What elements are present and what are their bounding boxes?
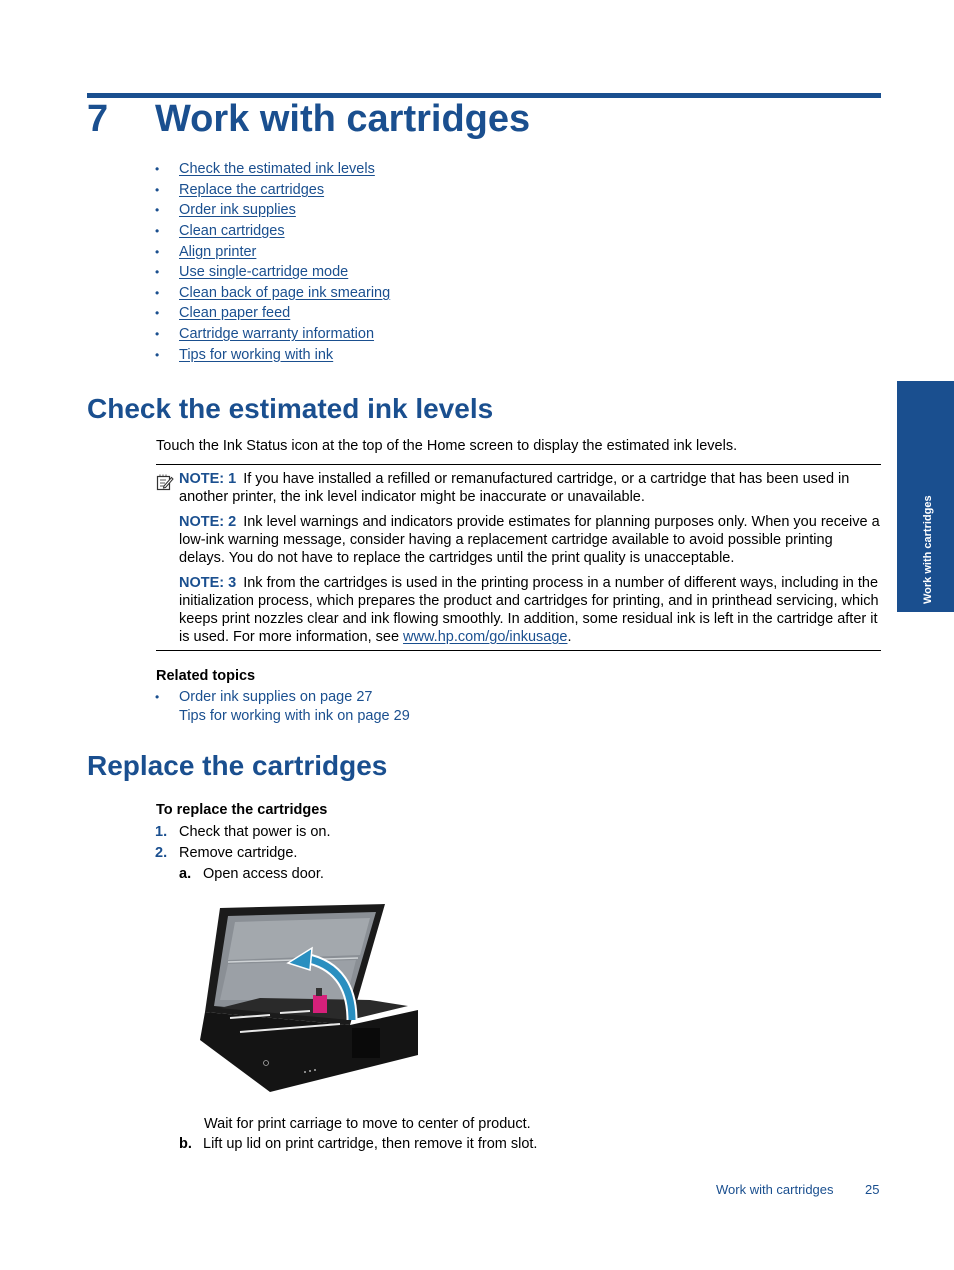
step-text: Remove cartridge. <box>179 845 298 861</box>
chapter-title: 7 Work with cartridges <box>87 96 530 142</box>
note-label: NOTE: 2 <box>179 514 237 530</box>
magenta-cartridge <box>313 995 327 1013</box>
related-link-order-ink[interactable]: Order ink supplies on page 27 <box>179 688 372 707</box>
toc-item: • Align printer <box>155 241 390 262</box>
bullet: • <box>155 203 160 218</box>
substep-text: Open access door. <box>203 866 324 882</box>
note-text: Ink level warnings and indicators provid… <box>179 514 880 566</box>
toc-item: • Check the estimated ink levels <box>155 159 390 180</box>
bullet: • <box>155 162 160 177</box>
bullet: • <box>155 306 160 321</box>
bullet: • <box>155 265 160 280</box>
section-heading-check-ink: Check the estimated ink levels <box>87 393 494 424</box>
toc-link-order-ink[interactable]: Order ink supplies <box>179 200 296 220</box>
inkusage-link[interactable]: www.hp.com/go/inkusage <box>403 629 567 645</box>
toc-link-single-cartridge-mode[interactable]: Use single-cartridge mode <box>179 262 348 282</box>
toc-link-ink-smearing[interactable]: Clean back of page ink smearing <box>179 283 390 303</box>
bullet: • <box>155 224 160 239</box>
toc-item: • Clean paper feed <box>155 303 390 324</box>
bullet: • <box>155 182 160 197</box>
substep-letter: b. <box>179 1136 192 1152</box>
related-topics-list: • Order ink supplies on page 27 Tips for … <box>155 688 410 726</box>
footer-section-title: Work with cartridges <box>716 1182 834 1197</box>
step-item: 1. Check that power is on. <box>155 822 331 843</box>
bullet: • <box>155 244 160 259</box>
note-1: NOTE: 1 If you have installed a refilled … <box>179 470 881 506</box>
note-label: NOTE: 1 <box>179 471 237 487</box>
related-topics-title: Related topics <box>156 668 256 684</box>
note-suffix: . <box>567 629 572 645</box>
note-label: NOTE: 3 <box>179 575 237 591</box>
bullet: • <box>155 347 160 362</box>
note-2: NOTE: 2 Ink level warnings and indicators… <box>179 513 881 567</box>
step-item: 2. Remove cartridge. <box>155 843 331 864</box>
toc-item: • Clean back of page ink smearing <box>155 283 390 304</box>
substep-text: Lift up lid on print cartridge, then rem… <box>203 1136 538 1152</box>
toc-link-align-printer[interactable]: Align printer <box>179 242 256 262</box>
section-heading-replace-cartridges: Replace the cartridges <box>87 750 388 781</box>
bullet: • <box>155 327 160 342</box>
figure-caption: Wait for print carriage to move to cente… <box>204 1116 531 1132</box>
related-item: • Order ink supplies on page 27 <box>155 688 410 707</box>
toc-link-clean-cartridges[interactable]: Clean cartridges <box>179 221 285 241</box>
chapter-number: 7 <box>87 98 109 140</box>
substep-item: b. Lift up lid on print cartridge, then r… <box>179 1134 537 1155</box>
side-tab-label: Work with cartridges <box>921 495 934 604</box>
bullet: • <box>155 285 160 300</box>
related-link-tips-ink[interactable]: Tips for working with ink on page 29 <box>179 707 410 726</box>
procedure-steps: 1. Check that power is on. 2. Remove cartr… <box>155 822 331 885</box>
related-item: Tips for working with ink on page 29 <box>155 707 410 726</box>
toc-link-tips-ink[interactable]: Tips for working with ink <box>179 345 333 365</box>
toc-item: • Tips for working with ink <box>155 344 390 365</box>
printer-body <box>200 1010 418 1092</box>
step-number: 1. <box>155 824 168 840</box>
toc-link-replace-cartridges[interactable]: Replace the cartridges <box>179 180 324 200</box>
toc-link-clean-paper-feed[interactable]: Clean paper feed <box>179 303 290 323</box>
toc-item: • Use single-cartridge mode <box>155 262 390 283</box>
side-thumb-tab: Work with cartridges <box>897 381 954 612</box>
printer-glass-region <box>228 918 370 960</box>
toc-item: • Order ink supplies <box>155 200 390 221</box>
chapter-title-text: Work with cartridges <box>155 98 531 140</box>
section-intro: Touch the Ink Status icon at the top of … <box>156 438 738 454</box>
bullet: • <box>155 690 160 704</box>
toc-item: • Replace the cartridges <box>155 180 390 201</box>
procedure-title: To replace the cartridges <box>156 802 328 818</box>
note-3: NOTE: 3 Ink from the cartridges is used i… <box>179 574 881 646</box>
note-text: If you have installed a refilled or rema… <box>179 471 850 505</box>
toc-link-check-ink-levels[interactable]: Check the estimated ink levels <box>179 159 375 179</box>
chapter-toc: • Check the estimated ink levels • Replace… <box>155 159 390 365</box>
footer-page-number: 25 <box>865 1182 880 1197</box>
toc-item: • Clean cartridges <box>155 221 390 242</box>
substep-item: a. Open access door. <box>155 864 331 885</box>
printer-open-door-illustration <box>200 904 418 1092</box>
step-number: 2. <box>155 845 168 861</box>
note-pencil-icon <box>156 474 174 491</box>
step-text: Check that power is on. <box>179 824 331 840</box>
substep-letter: a. <box>179 866 192 882</box>
toc-item: • Cartridge warranty information <box>155 324 390 345</box>
note-box: NOTE: 1 If you have installed a refilled … <box>156 464 881 651</box>
toc-link-warranty[interactable]: Cartridge warranty information <box>179 324 374 344</box>
